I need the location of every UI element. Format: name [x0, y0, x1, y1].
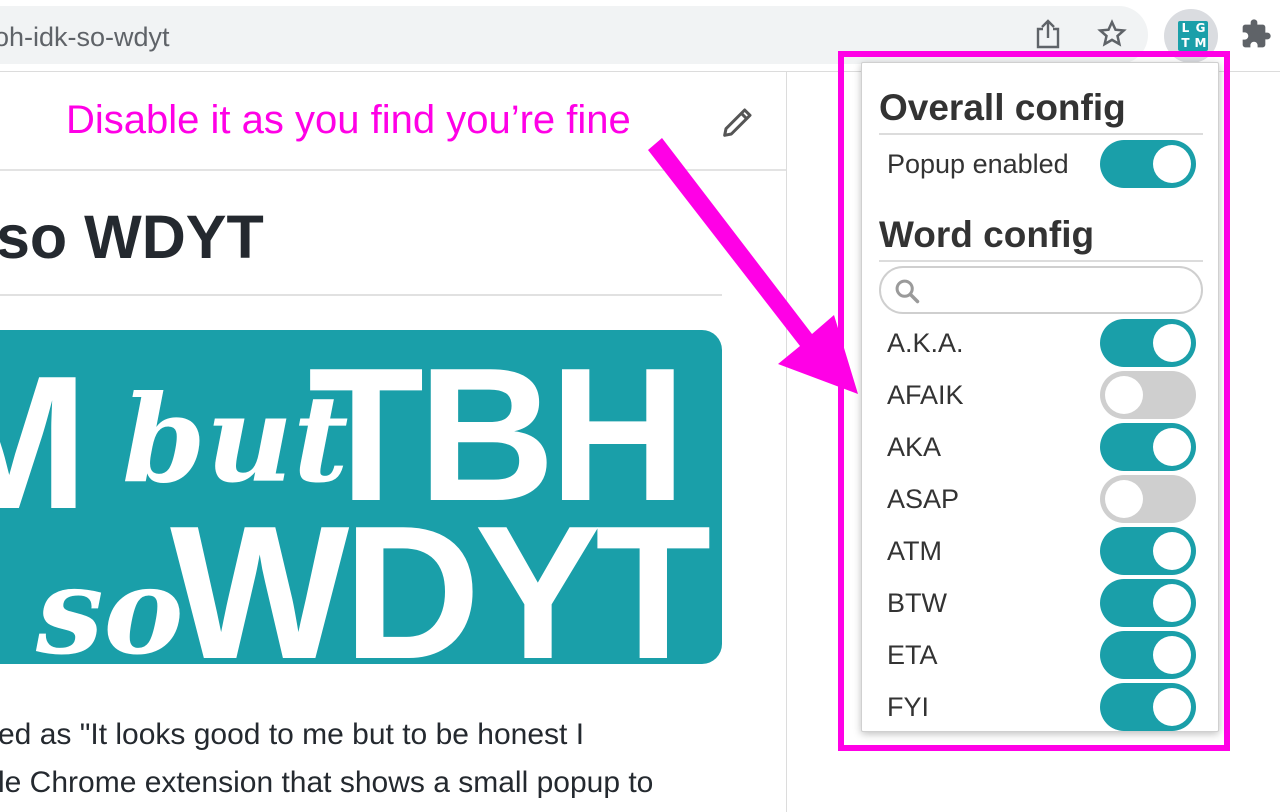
word-label-aka: AKA	[887, 432, 942, 462]
toggle-knob	[1153, 532, 1191, 570]
body-text-line: ed as "It looks good to me but to be hon…	[0, 718, 585, 751]
toggle-knob	[1105, 376, 1143, 414]
extension-popup: Overall config Popup enabled Word config…	[861, 62, 1219, 732]
toggle-knob	[1153, 636, 1191, 674]
word-toggle-asap[interactable]	[1100, 475, 1196, 523]
word-toggle-fyi[interactable]	[1100, 683, 1196, 731]
annotation-text: Disable it as you find you’re fine	[66, 98, 631, 142]
body-text-line: le Chrome extension that shows a small p…	[0, 766, 654, 799]
word-toggle-eta[interactable]	[1100, 631, 1196, 679]
word-search-field[interactable]	[879, 266, 1203, 314]
logo-letter: L	[1181, 21, 1190, 35]
toggle-knob	[1153, 584, 1191, 622]
word-toggle-afaik[interactable]	[1100, 371, 1196, 419]
word-label-atm: ATM	[887, 536, 942, 566]
word-label-asap: ASAP	[887, 484, 960, 514]
toggle-knob	[1153, 688, 1191, 726]
toggle-knob	[1153, 145, 1191, 183]
banner-text: M	[0, 337, 88, 549]
toggle-knob	[1105, 480, 1143, 518]
lgtm-extension-icon[interactable]: L G T M	[1178, 21, 1208, 51]
toggle-knob	[1153, 428, 1191, 466]
share-icon[interactable]	[1028, 14, 1068, 54]
toggle-knob	[1153, 324, 1191, 362]
popup-enabled-label: Popup enabled	[887, 149, 1069, 179]
bookmark-star-icon[interactable]	[1092, 14, 1132, 54]
word-label-btw: BTW	[887, 588, 947, 618]
logo-letter: G	[1195, 21, 1206, 35]
article-title: so WDYT	[0, 203, 264, 271]
overall-config-heading: Overall config	[879, 87, 1126, 128]
section-divider	[879, 133, 1203, 135]
word-label-eta: ETA	[887, 640, 938, 670]
title-divider	[0, 294, 722, 296]
article-banner-image: M but TBH so WDYT	[0, 330, 722, 664]
word-label-fyi: FYI	[887, 692, 930, 722]
search-icon	[895, 279, 920, 304]
extensions-puzzle-icon[interactable]	[1236, 14, 1276, 54]
word-label-aka-dotted: A.K.A.	[887, 328, 964, 358]
banner-text: WDYT	[170, 487, 711, 664]
word-toggle-atm[interactable]	[1100, 527, 1196, 575]
word-search-input[interactable]	[929, 274, 1193, 308]
section-divider	[879, 260, 1203, 262]
word-toggle-btw[interactable]	[1100, 579, 1196, 627]
logo-letter: M	[1194, 36, 1207, 50]
url-text[interactable]: oh-idk-so-wdyt	[0, 22, 170, 53]
word-toggle-aka-dotted[interactable]	[1100, 319, 1196, 367]
edit-pencil-icon[interactable]	[718, 102, 758, 142]
word-config-heading: Word config	[879, 214, 1095, 255]
popup-enabled-toggle[interactable]	[1100, 140, 1196, 188]
banner-text: so	[36, 541, 184, 665]
logo-letter: T	[1181, 36, 1190, 50]
word-label-afaik: AFAIK	[887, 380, 964, 410]
word-toggle-aka[interactable]	[1100, 423, 1196, 471]
